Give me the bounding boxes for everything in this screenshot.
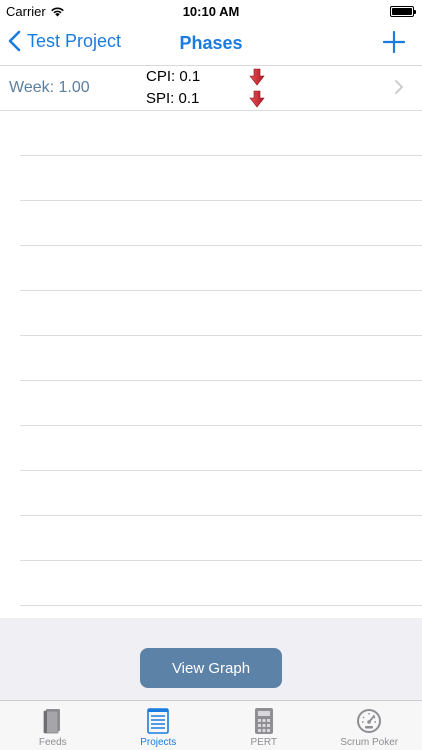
tab-scrum-poker-label: Scrum Poker xyxy=(340,737,399,748)
status-time: 10:10 AM xyxy=(182,4,240,19)
battery-icon xyxy=(390,6,416,17)
down-arrow-icon xyxy=(249,68,265,86)
gauge-icon xyxy=(357,709,382,733)
footer-area: View Graph xyxy=(0,618,422,700)
navigation-bar: Test Project Phases xyxy=(0,22,422,66)
empty-row xyxy=(20,426,422,471)
empty-row xyxy=(20,201,422,246)
cpi-value: CPI: 0.1 xyxy=(146,68,201,85)
empty-row xyxy=(20,336,422,381)
phases-table: Week: 1.00 CPI: 0.1 SPI: 0.1 xyxy=(0,66,422,618)
empty-row xyxy=(20,516,422,561)
tab-pert[interactable]: PERT xyxy=(211,701,317,750)
empty-row xyxy=(20,561,422,606)
add-button[interactable] xyxy=(380,28,408,56)
chevron-right-icon xyxy=(395,80,403,94)
page-title: Phases xyxy=(179,33,243,53)
week-label: Week: 1.00 xyxy=(9,79,90,96)
empty-row xyxy=(20,156,422,201)
list-icon xyxy=(147,708,170,734)
tab-pert-label: PERT xyxy=(250,737,278,748)
calculator-icon xyxy=(254,708,273,734)
tab-projects-label: Projects xyxy=(140,737,177,748)
phase-row[interactable]: Week: 1.00 CPI: 0.1 SPI: 0.1 xyxy=(0,66,422,111)
spi-value: SPI: 0.1 xyxy=(146,90,200,107)
empty-row xyxy=(20,381,422,426)
tab-projects[interactable]: Projects xyxy=(106,701,212,750)
view-graph-button[interactable]: View Graph xyxy=(140,648,282,688)
empty-row xyxy=(20,471,422,516)
tab-scrum-poker[interactable]: Scrum Poker xyxy=(317,701,422,750)
empty-row xyxy=(20,246,422,291)
tab-feeds[interactable]: Feeds xyxy=(0,701,106,750)
status-bar: Carrier 10:10 AM xyxy=(0,0,422,22)
book-icon xyxy=(43,709,60,734)
down-arrow-icon xyxy=(249,90,265,108)
empty-row xyxy=(20,291,422,336)
empty-row xyxy=(20,111,422,156)
tab-feeds-label: Feeds xyxy=(38,737,67,748)
tab-bar: Feeds Projects PERT Scrum Poker xyxy=(0,700,422,750)
